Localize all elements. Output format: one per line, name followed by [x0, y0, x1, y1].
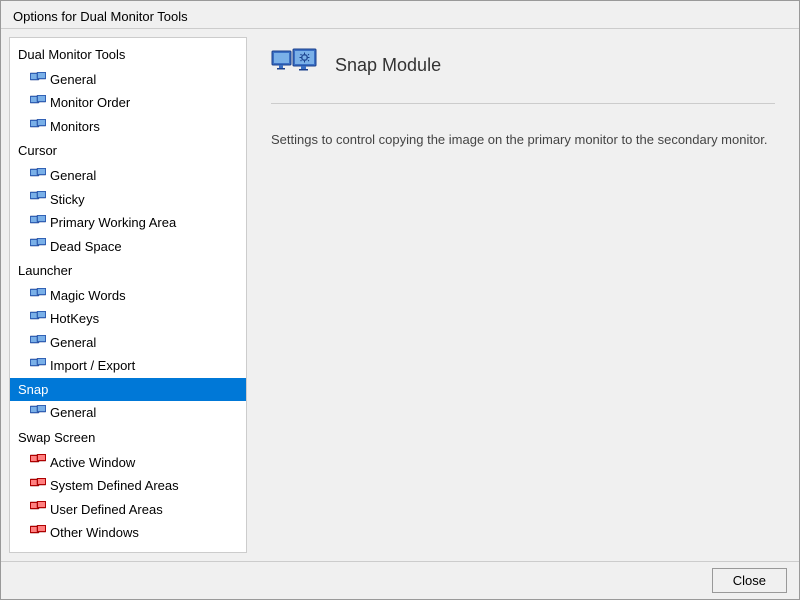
sidebar-item-label: Monitors — [50, 117, 100, 137]
sidebar-item-icon — [30, 191, 46, 207]
sidebar-item[interactable]: Monitors — [10, 115, 246, 139]
sidebar-item[interactable]: Sticky — [10, 188, 246, 212]
sidebar: Dual Monitor Tools General Monitor Order… — [9, 37, 247, 553]
sidebar-item[interactable]: Dead Space — [10, 235, 246, 259]
sidebar-category: Launcher — [10, 258, 246, 284]
options-dialog: Options for Dual Monitor Tools Dual Moni… — [0, 0, 800, 600]
sidebar-item-icon — [30, 358, 46, 374]
sidebar-item-label: General — [50, 166, 96, 186]
sidebar-item[interactable]: Magic Words — [10, 284, 246, 308]
sidebar-item-label: Sticky — [50, 190, 85, 210]
module-header: Snap Module — [271, 47, 775, 95]
sidebar-item-label: Magic Words — [50, 286, 126, 306]
title-bar: Options for Dual Monitor Tools — [1, 1, 799, 29]
sidebar-item-icon — [30, 405, 46, 421]
sidebar-item-snap[interactable]: Snap — [10, 378, 246, 402]
dialog-content: Dual Monitor Tools General Monitor Order… — [1, 29, 799, 561]
sidebar-item-icon — [30, 95, 46, 111]
sidebar-item-label: Primary Working Area — [50, 213, 176, 233]
sidebar-item[interactable]: Import / Export — [10, 354, 246, 378]
sidebar-item-icon — [30, 311, 46, 327]
sidebar-item[interactable]: Primary Working Area — [10, 211, 246, 235]
close-button[interactable]: Close — [712, 568, 787, 593]
sidebar-item-icon — [30, 525, 46, 541]
sidebar-item-icon — [30, 119, 46, 135]
sidebar-category: Swap Screen — [10, 425, 246, 451]
sidebar-item-label: HotKeys — [50, 309, 99, 329]
sidebar-item-icon — [30, 335, 46, 351]
sidebar-item-label: Other Windows — [50, 523, 139, 543]
sidebar-category: Cursor — [10, 138, 246, 164]
sidebar-item[interactable]: Other Windows — [10, 521, 246, 545]
sidebar-item-label: General — [50, 70, 96, 90]
sidebar-item[interactable]: General — [10, 401, 246, 425]
snap-module-icon — [271, 47, 319, 83]
sidebar-item-label: System Defined Areas — [50, 476, 179, 496]
sidebar-item-icon — [30, 454, 46, 470]
sidebar-item-label: Import / Export — [50, 356, 135, 376]
dialog-title: Options for Dual Monitor Tools — [13, 9, 188, 24]
sidebar-category: Dual Monitor Tools — [10, 42, 246, 68]
sidebar-item[interactable]: Monitor Order — [10, 91, 246, 115]
sidebar-item[interactable]: System Defined Areas — [10, 474, 246, 498]
sidebar-item-icon — [30, 168, 46, 184]
sidebar-item[interactable]: General — [10, 164, 246, 188]
sidebar-item[interactable]: User Defined Areas — [10, 498, 246, 522]
sidebar-category: Wallpaper Changer — [10, 545, 246, 553]
bottom-bar: Close — [1, 561, 799, 599]
sidebar-item[interactable]: General — [10, 331, 246, 355]
sidebar-item-icon — [30, 478, 46, 494]
module-title: Snap Module — [335, 55, 441, 76]
sidebar-item[interactable]: Active Window — [10, 451, 246, 475]
sidebar-item-label: Active Window — [50, 453, 135, 473]
module-description: Settings to control copying the image on… — [271, 120, 775, 160]
sidebar-item-icon — [30, 501, 46, 517]
sidebar-item-label: General — [50, 403, 96, 423]
sidebar-item[interactable]: HotKeys — [10, 307, 246, 331]
sidebar-item-label: Monitor Order — [50, 93, 130, 113]
sidebar-item-label: Dead Space — [50, 237, 122, 257]
sidebar-item-icon — [30, 238, 46, 254]
sidebar-item-icon — [30, 72, 46, 88]
main-panel: Snap Module Settings to control copying … — [255, 37, 791, 553]
sidebar-item[interactable]: General — [10, 68, 246, 92]
sidebar-item-label: User Defined Areas — [50, 500, 163, 520]
sidebar-item-icon — [30, 288, 46, 304]
sidebar-item-icon — [30, 215, 46, 231]
header-separator — [271, 103, 775, 104]
sidebar-item-label: General — [50, 333, 96, 353]
